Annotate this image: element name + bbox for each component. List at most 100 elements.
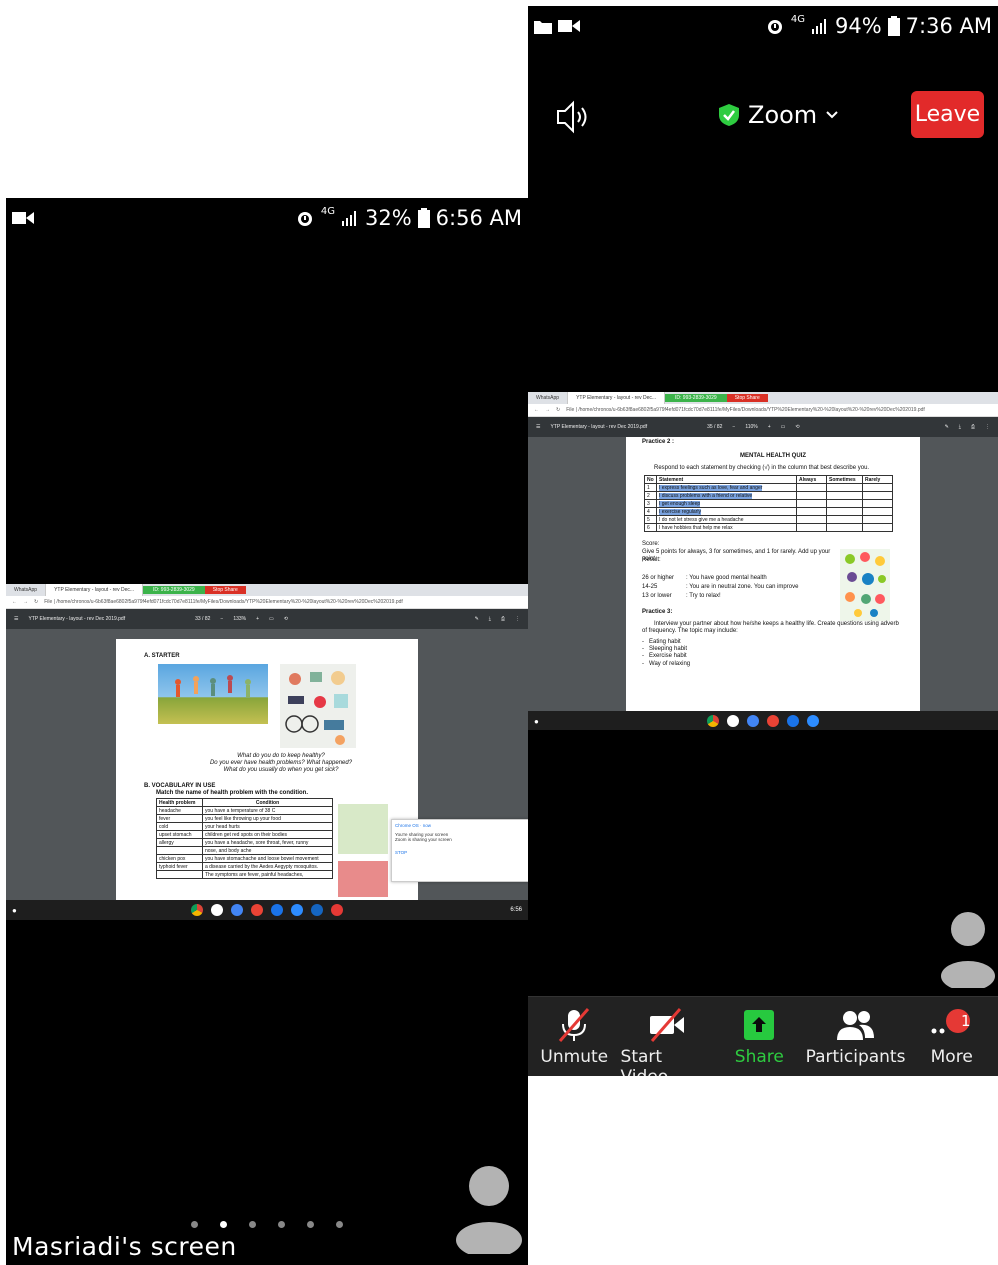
pdf-page: A. STARTER What do you do to keep health… — [116, 639, 418, 909]
stop-share-button[interactable]: Stop Share — [726, 394, 768, 402]
reload-icon[interactable]: ↻ — [556, 407, 560, 413]
stop-share-button[interactable]: Stop Share — [204, 586, 246, 594]
menu-icon[interactable]: ☰ — [14, 616, 18, 622]
battery-icon — [417, 208, 430, 228]
address-bar[interactable]: ← → ↻ File | /home/chronos/u-6b63f8ae680… — [528, 404, 998, 417]
leave-button[interactable]: Leave — [911, 91, 984, 138]
edit-icon[interactable]: ✎ — [475, 616, 479, 622]
forward-icon[interactable]: → — [23, 599, 28, 605]
quiz-table: No Statement Always Sometimes Rarely 1I … — [644, 475, 893, 532]
list-item: - Sleeping habit — [642, 646, 688, 653]
notification-line: Zoom is sharing your screen — [395, 837, 452, 842]
browser-tab[interactable]: WhatsApp — [528, 392, 569, 404]
browser-tab[interactable]: YTP Elementary - layout - rev Dec... — [46, 584, 144, 596]
zoom-app-icon[interactable] — [291, 904, 303, 916]
list-item: - Eating habit — [642, 639, 681, 645]
page-dot[interactable] — [278, 1221, 285, 1228]
back-icon[interactable]: ← — [534, 407, 539, 413]
signal-icon — [811, 19, 826, 34]
start-video-button[interactable]: Start Video — [621, 997, 714, 1076]
table-row: 4I exercise regularly — [644, 507, 893, 516]
clock: 6:56 AM — [435, 206, 522, 230]
table-row: nose, and body ache — [156, 846, 333, 855]
url-text[interactable]: File | /home/chronos/u-6b63f8ae6802f5a97… — [566, 407, 925, 413]
app-icon[interactable] — [331, 904, 343, 916]
question-line: What do you usually do when you get sick… — [223, 767, 339, 774]
fit-page-icon[interactable]: ▭ — [269, 616, 274, 622]
files-icon[interactable] — [311, 904, 323, 916]
clock: 7:36 AM — [905, 14, 992, 38]
reload-icon[interactable]: ↻ — [34, 599, 38, 605]
result-row: 13 or lower: Try to relax! — [642, 593, 721, 599]
app-icon[interactable] — [271, 904, 283, 916]
status-bar: 4G 32% 6:56 AM — [6, 198, 528, 248]
signal-icon — [341, 211, 356, 226]
launcher-icon[interactable]: ● — [534, 717, 539, 726]
more-button[interactable]: 1 More — [905, 997, 998, 1076]
screen-owner-caption: Masriadi's screen — [12, 1232, 237, 1261]
speaker-icon[interactable] — [556, 100, 592, 134]
network-type: 4G — [790, 14, 805, 25]
edit-icon[interactable]: ✎ — [945, 424, 949, 430]
browser-tab[interactable]: YTP Elementary - layout - rev Dec... — [568, 392, 666, 404]
tray-time[interactable]: 6:56 — [510, 907, 522, 913]
pdf-toolbar: ☰ YTP Elementary - layout - rev Dec 2019… — [528, 417, 998, 437]
page-dot[interactable] — [191, 1221, 198, 1228]
zoom-out-icon[interactable]: − — [220, 616, 223, 622]
chrome-icon[interactable] — [707, 715, 719, 727]
app-icon[interactable] — [787, 715, 799, 727]
section-heading: A. STARTER — [144, 653, 180, 659]
page-dot[interactable] — [249, 1221, 256, 1228]
gmail-icon[interactable] — [727, 715, 739, 727]
unmute-button[interactable]: Unmute — [528, 997, 621, 1076]
meeting-title: Zoom — [748, 101, 818, 129]
rotate-icon[interactable]: ⟲ — [284, 616, 288, 622]
youtube-icon[interactable] — [767, 715, 779, 727]
download-icon[interactable]: ⤓ — [959, 424, 961, 430]
zoom-out-icon[interactable]: − — [732, 424, 735, 430]
more-vert-icon[interactable]: ⋮ — [985, 424, 990, 430]
forward-icon[interactable]: → — [545, 407, 550, 413]
zoom-in-icon[interactable]: + — [256, 616, 259, 622]
docs-icon[interactable] — [231, 904, 243, 916]
back-icon[interactable]: ← — [12, 599, 17, 605]
print-icon[interactable]: ⎙ — [501, 616, 505, 622]
launcher-icon[interactable]: ● — [12, 906, 17, 915]
zoom-app-icon[interactable] — [807, 715, 819, 727]
result-row: 14-25: You are in neutral zone. You can … — [642, 584, 799, 590]
page-indicator[interactable]: 33 / 82 — [195, 616, 210, 622]
page-indicator[interactable]: 35 / 82 — [707, 424, 722, 430]
docs-icon[interactable] — [747, 715, 759, 727]
fit-page-icon[interactable]: ▭ — [781, 424, 786, 430]
youtube-icon[interactable] — [251, 904, 263, 916]
url-text[interactable]: File | /home/chronos/u-6b63f8ae6802f5a97… — [44, 599, 403, 605]
address-bar[interactable]: ← → ↻ File | /home/chronos/u-6b63f8ae680… — [6, 596, 528, 609]
page-dot[interactable] — [307, 1221, 314, 1228]
rotate-icon[interactable]: ⟲ — [795, 424, 799, 430]
page-dot[interactable] — [336, 1221, 343, 1228]
page-dot[interactable] — [220, 1221, 227, 1228]
download-icon[interactable]: ⤓ — [489, 616, 491, 622]
alarm-icon — [767, 20, 782, 34]
browser-tab-bar: WhatsApp YTP Elementary - layout - rev D… — [528, 392, 998, 404]
meeting-title-dropdown[interactable]: Zoom — [718, 101, 839, 129]
table-row: 6I have hobbies that help me relax — [644, 523, 893, 532]
right-phone-screenshot: 4G 94% 7:36 AM Zoom Leave WhatsApp YTP E… — [528, 6, 998, 1076]
chrome-icon[interactable] — [191, 904, 203, 916]
notification-stop-button[interactable]: STOP — [395, 850, 525, 855]
share-button[interactable]: Share — [713, 997, 806, 1076]
print-icon[interactable]: ⎙ — [971, 424, 975, 430]
starter-questions: What do you do to keep healthy? Do you e… — [176, 753, 386, 775]
gmail-icon[interactable] — [211, 904, 223, 916]
table-row: upset stomach children get red spots on t… — [156, 830, 333, 839]
zoom-in-icon[interactable]: + — [768, 424, 771, 430]
menu-icon[interactable]: ☰ — [536, 424, 540, 430]
table-row: 5I do not let stress give me a headache — [644, 515, 893, 524]
shared-screen: WhatsApp YTP Elementary - layout - rev D… — [528, 392, 998, 730]
browser-tab[interactable]: WhatsApp — [6, 584, 47, 596]
share-icon — [744, 1010, 775, 1040]
more-vert-icon[interactable]: ⋮ — [515, 616, 520, 622]
network-type: 4G — [320, 206, 335, 217]
battery-icon — [887, 16, 900, 36]
participants-button[interactable]: Participants — [806, 997, 905, 1076]
